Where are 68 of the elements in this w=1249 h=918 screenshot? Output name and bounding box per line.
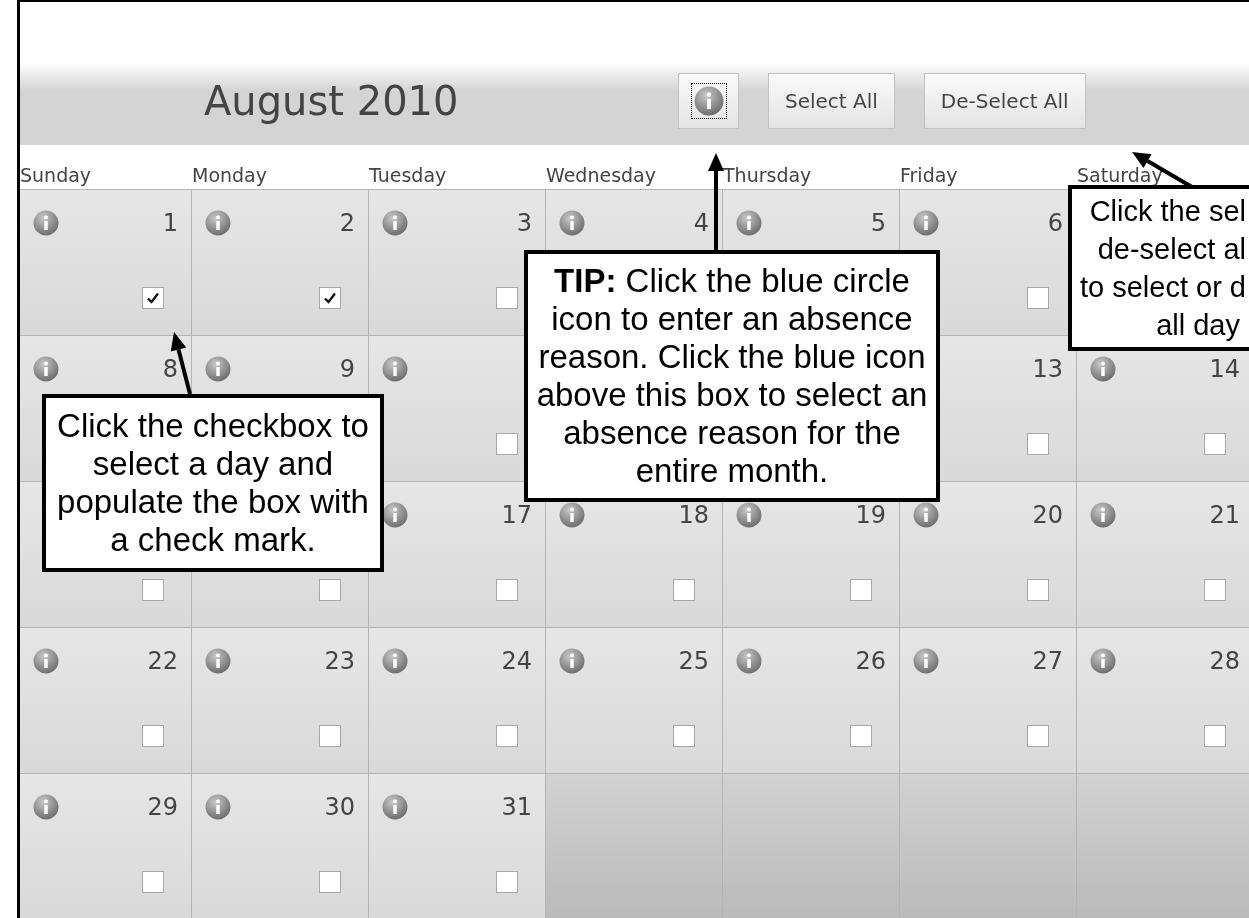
- weekday-label: Saturday: [1077, 166, 1163, 185]
- check-mark-icon: [146, 291, 160, 305]
- info-icon[interactable]: [382, 502, 408, 528]
- checkbox[interactable]: [496, 871, 518, 893]
- checkbox[interactable]: [319, 287, 341, 309]
- weekday-label: Sunday: [20, 166, 92, 185]
- day-number: 28: [1209, 646, 1240, 677]
- callout-text: Click the sel: [1089, 194, 1246, 229]
- checkbox[interactable]: [1204, 579, 1226, 601]
- checkbox[interactable]: [1027, 287, 1049, 309]
- checkbox[interactable]: [496, 725, 518, 747]
- callout-text: to select or d: [1079, 270, 1246, 305]
- checkbox[interactable]: [142, 871, 164, 893]
- checkbox[interactable]: [496, 287, 518, 309]
- day-number: 30: [324, 792, 355, 823]
- day-number: 20: [1032, 500, 1063, 531]
- tip-text: TIP: Click the blue circle icon to enter an absence reason. Click the blue icon above this box to select an absence reason for the entire month.: [535, 262, 929, 490]
- check-mark-icon: [323, 291, 337, 305]
- day-number: 13: [1032, 354, 1063, 385]
- checkbox[interactable]: [142, 725, 164, 747]
- day-number: 31: [501, 792, 532, 823]
- day-number: 21: [1209, 500, 1240, 531]
- day-number: 8: [162, 354, 178, 385]
- checkbox[interactable]: [1027, 433, 1049, 455]
- deselect-all-button[interactable]: De-Select All: [923, 73, 1086, 129]
- callout-text: all day: [1156, 308, 1241, 343]
- day-number: 5: [870, 208, 886, 239]
- weekday-label: Friday: [900, 166, 958, 185]
- checkbox[interactable]: [1204, 433, 1226, 455]
- day-number: 1: [162, 208, 178, 239]
- checkbox[interactable]: [673, 725, 695, 747]
- day-number: 18: [678, 500, 709, 531]
- checkbox[interactable]: [850, 579, 872, 601]
- weekday-label: Thursday: [723, 166, 812, 185]
- checkbox[interactable]: [850, 725, 872, 747]
- day-number: 23: [324, 646, 355, 677]
- checkbox[interactable]: [496, 579, 518, 601]
- select-all-button[interactable]: Select All: [768, 73, 895, 129]
- checkbox[interactable]: [1027, 725, 1049, 747]
- day-number: 22: [147, 646, 178, 677]
- callout-text: de-select al: [1097, 232, 1246, 267]
- month-info-button[interactable]: [678, 73, 739, 129]
- day-number: 19: [855, 500, 886, 531]
- day-number: 17: [501, 500, 532, 531]
- day-number: 29: [147, 792, 178, 823]
- day-number: 14: [1209, 354, 1240, 385]
- day-number: 4: [693, 208, 709, 239]
- checkbox[interactable]: [496, 433, 518, 455]
- checkbox[interactable]: [319, 725, 341, 747]
- day-number: 27: [1032, 646, 1063, 677]
- day-number: 25: [678, 646, 709, 677]
- day-number: 24: [501, 646, 532, 677]
- callout-text: Click the checkbox to select a day and populate the box with a check mark.: [56, 407, 370, 559]
- weekday-label: Monday: [192, 166, 267, 185]
- day-number: 2: [339, 208, 355, 239]
- checkbox[interactable]: [1204, 725, 1226, 747]
- weekday-label: Tuesday: [369, 166, 447, 185]
- day-number: 26: [855, 646, 886, 677]
- day-number: 3: [516, 208, 532, 239]
- checkbox[interactable]: [319, 579, 341, 601]
- checkbox[interactable]: [673, 579, 695, 601]
- checkbox[interactable]: [142, 287, 164, 309]
- day-number: 9: [339, 354, 355, 385]
- day-number: 6: [1047, 208, 1063, 239]
- weekday-label: Wednesday: [546, 166, 656, 185]
- checkbox[interactable]: [142, 579, 164, 601]
- checkbox[interactable]: [319, 871, 341, 893]
- checkbox[interactable]: [1027, 579, 1049, 601]
